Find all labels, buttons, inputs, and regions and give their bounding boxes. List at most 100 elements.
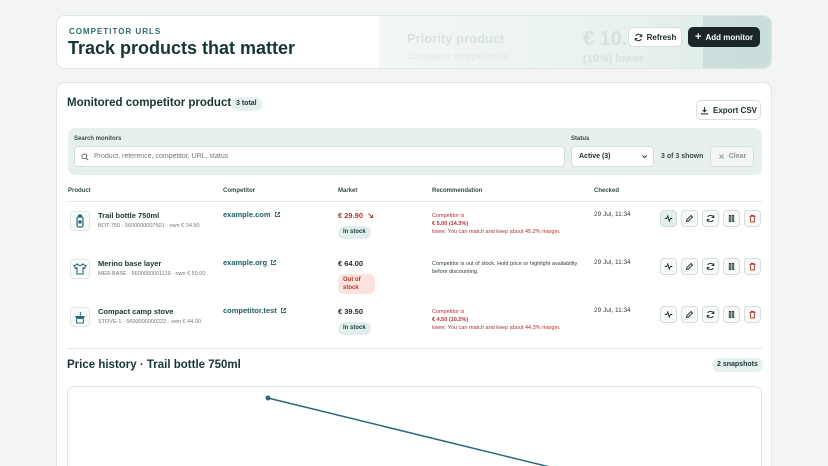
monitors-title: Monitored competitor products — [67, 97, 238, 109]
refresh-icon — [706, 262, 715, 271]
recommendation-intro: Competitor is — [432, 213, 465, 219]
total-badge: 3 total — [231, 97, 262, 111]
checked-time: 29 Jul, 11:34 — [594, 259, 631, 266]
history-button[interactable] — [660, 210, 677, 227]
search-icon — [81, 153, 89, 161]
status-label: Status — [571, 136, 590, 142]
chevron-down-icon — [642, 155, 647, 159]
export-csv-button[interactable]: Export CSV — [696, 100, 761, 120]
status-select[interactable]: Active (3) — [571, 146, 654, 167]
refresh-icon — [634, 33, 642, 41]
delete-button[interactable] — [744, 258, 761, 275]
bottle-icon — [70, 211, 90, 231]
shirt-icon — [70, 259, 90, 279]
row-actions — [660, 258, 761, 275]
recommendation: Competitor is € 4.50 (10.2%) lower. You … — [432, 308, 582, 332]
page-title: Track products that matter — [68, 38, 296, 58]
competitor-link[interactable]: example.com — [223, 210, 281, 219]
checked-time: 29 Jul, 11:34 — [594, 211, 631, 218]
competitor-link[interactable]: competitor.test — [223, 306, 287, 315]
pause-icon — [728, 311, 735, 318]
pause-icon — [728, 263, 735, 270]
status-value: Active (3) — [579, 153, 611, 160]
recommendation-amount: € 4.50 (10.2%) — [432, 317, 469, 323]
pause-button[interactable] — [723, 258, 740, 275]
trash-icon — [749, 310, 756, 319]
plus-icon: + — [695, 31, 702, 43]
price-history-chart — [67, 386, 762, 466]
product-name: Merino base layer — [98, 259, 162, 268]
price-history-point — [265, 395, 271, 401]
table-row[interactable]: Merino base layer MER-BASE · 56000000011… — [68, 251, 762, 297]
checked-time: 29 Jul, 11:34 — [594, 307, 631, 314]
market-price-value: € 39.50 — [338, 307, 364, 316]
recommendation: Competitor is out of stock. Hold price o… — [432, 261, 578, 275]
add-monitor-button[interactable]: + Add monitor — [688, 27, 760, 47]
recommendation-intro: Competitor is — [432, 309, 465, 315]
product-name: Trail bottle 750ml — [98, 211, 160, 220]
trend-down-icon — [368, 213, 374, 219]
product-meta: BOT-750 · 5600000007501 · own € 34.90 — [98, 223, 200, 229]
illustration-pct: (10%) lower — [583, 53, 645, 65]
col-competitor: Competitor — [223, 188, 255, 194]
recheck-button[interactable] — [702, 306, 719, 323]
delete-button[interactable] — [744, 306, 761, 323]
product-meta: MER-BASE · 5600000001119 · own € 59.00 — [98, 271, 206, 277]
edit-button[interactable] — [681, 258, 698, 275]
market-price: € 29.90 — [338, 211, 374, 220]
history-button[interactable] — [660, 258, 677, 275]
clear-button[interactable]: Clear — [710, 146, 754, 167]
monitors-card: Monitored competitor products 3 total Ex… — [56, 82, 772, 466]
refresh-icon — [706, 214, 715, 223]
activity-icon — [664, 262, 673, 271]
filter-panel: Search monitors Status Active (3) 3 of 3… — [68, 128, 762, 175]
edit-button[interactable] — [681, 210, 698, 227]
stove-icon — [70, 307, 90, 327]
pause-icon — [728, 215, 735, 222]
pencil-icon — [685, 262, 694, 271]
market-price: € 64.00 — [338, 259, 363, 268]
refresh-label: Refresh — [646, 32, 677, 42]
shown-count: 3 of 3 shown — [661, 153, 704, 160]
section-divider — [68, 348, 762, 349]
product-name: Compact camp stove — [98, 307, 174, 316]
product-meta: STOVE-1 · 5600000000222 · own € 44.00 — [98, 319, 201, 325]
page-eyebrow: COMPETITOR URLS — [69, 27, 162, 36]
status-badge: In stock — [338, 226, 371, 239]
pencil-icon — [685, 310, 694, 319]
activity-icon — [664, 214, 673, 223]
pencil-icon — [685, 214, 694, 223]
illustration-title: Priority product — [407, 31, 505, 46]
row-actions — [660, 306, 761, 323]
table-header-divider — [68, 201, 762, 202]
close-icon — [718, 154, 724, 159]
table-row[interactable]: Compact camp stove STOVE-1 · 56000000002… — [68, 299, 762, 345]
search-field[interactable] — [74, 146, 565, 167]
col-product: Product — [68, 188, 91, 194]
external-link-icon — [274, 211, 280, 218]
competitor-domain: example.org — [223, 258, 268, 267]
recommendation: Competitor is € 5.00 (14.3%) lower. You … — [432, 212, 582, 236]
market-price-value: € 29.90 — [338, 211, 364, 220]
illustration-subtitle: Competitor dropped price — [407, 51, 509, 61]
table-row[interactable]: Trail bottle 750ml BOT-750 · 56000000075… — [68, 203, 762, 249]
recommendation-detail: lower. You can match and keep about 45.2… — [432, 229, 561, 235]
recommendation-amount: € 5.00 (14.3%) — [432, 221, 469, 227]
col-market: Market — [338, 188, 358, 194]
pause-button[interactable] — [723, 210, 740, 227]
row-actions — [660, 210, 761, 227]
delete-button[interactable] — [744, 210, 761, 227]
recheck-button[interactable] — [702, 210, 719, 227]
market-price: € 39.50 — [338, 307, 363, 316]
refresh-icon — [706, 310, 715, 319]
recheck-button[interactable] — [702, 258, 719, 275]
search-input[interactable] — [94, 153, 554, 160]
status-badge: In stock — [338, 322, 371, 335]
history-title: Price history · Trail bottle 750ml — [67, 359, 241, 371]
edit-button[interactable] — [681, 306, 698, 323]
recommendation-detail: lower. You can match and keep about 44.3… — [432, 325, 561, 331]
competitor-link[interactable]: example.org — [223, 258, 277, 267]
refresh-button[interactable]: Refresh — [628, 27, 682, 47]
pause-button[interactable] — [723, 306, 740, 323]
history-button[interactable] — [660, 306, 677, 323]
